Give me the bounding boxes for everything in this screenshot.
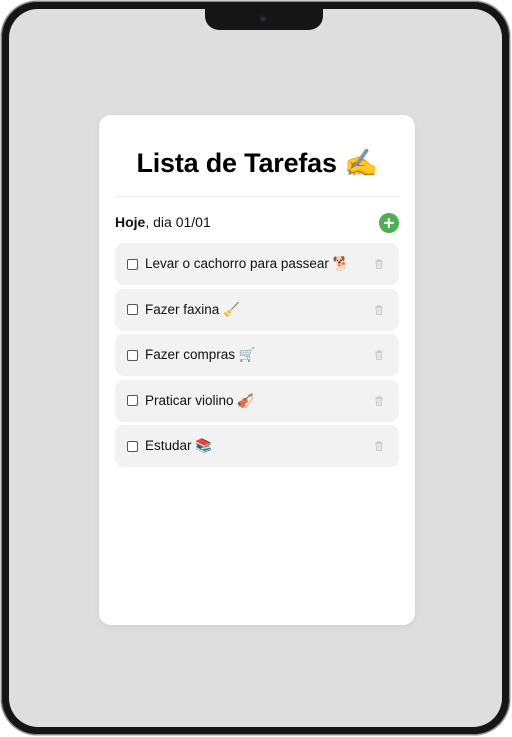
todo-card: Lista de Tarefas ✍️ Hoje, dia 01/01 Leva… <box>99 115 415 625</box>
task-label: Fazer faxina 🧹 <box>145 301 240 317</box>
task-checkbox[interactable] <box>127 304 138 316</box>
tablet-frame: Lista de Tarefas ✍️ Hoje, dia 01/01 Leva… <box>1 1 510 735</box>
date-prefix: Hoje <box>115 214 146 230</box>
camera-icon <box>259 15 267 23</box>
task-checkbox[interactable] <box>127 258 138 270</box>
task-item: Fazer compras 🛒 <box>115 334 399 377</box>
task-label: Praticar violino 🎻 <box>145 392 255 408</box>
task-item: Praticar violino 🎻 <box>115 379 399 422</box>
trash-icon[interactable] <box>375 395 383 406</box>
task-item: Fazer faxina 🧹 <box>115 288 399 331</box>
add-task-button[interactable] <box>379 213 399 233</box>
task-label: Levar o cachorro para passear 🐕 <box>145 256 350 271</box>
trash-icon[interactable] <box>375 441 383 452</box>
task-item: Levar o cachorro para passear 🐕 <box>115 243 399 285</box>
task-checkbox[interactable] <box>127 395 138 407</box>
task-label: Estudar 📚 <box>145 438 213 454</box>
tablet-screen: Lista de Tarefas ✍️ Hoje, dia 01/01 Leva… <box>9 9 502 727</box>
date-suffix: , dia 01/01 <box>145 214 211 230</box>
page-title: Lista de Tarefas ✍️ <box>136 148 378 178</box>
task-list: Levar o cachorro para passear 🐕 Fazer fa… <box>115 243 399 471</box>
notch <box>205 9 323 30</box>
task-item: Estudar 📚 <box>115 425 399 468</box>
trash-icon[interactable] <box>375 259 383 269</box>
task-checkbox[interactable] <box>127 349 138 361</box>
date-label: Hoje, dia 01/01 <box>115 214 211 230</box>
divider <box>115 196 399 197</box>
trash-icon[interactable] <box>375 350 383 361</box>
task-checkbox[interactable] <box>127 440 138 452</box>
task-label: Fazer compras 🛒 <box>145 347 256 363</box>
trash-icon[interactable] <box>375 304 383 315</box>
